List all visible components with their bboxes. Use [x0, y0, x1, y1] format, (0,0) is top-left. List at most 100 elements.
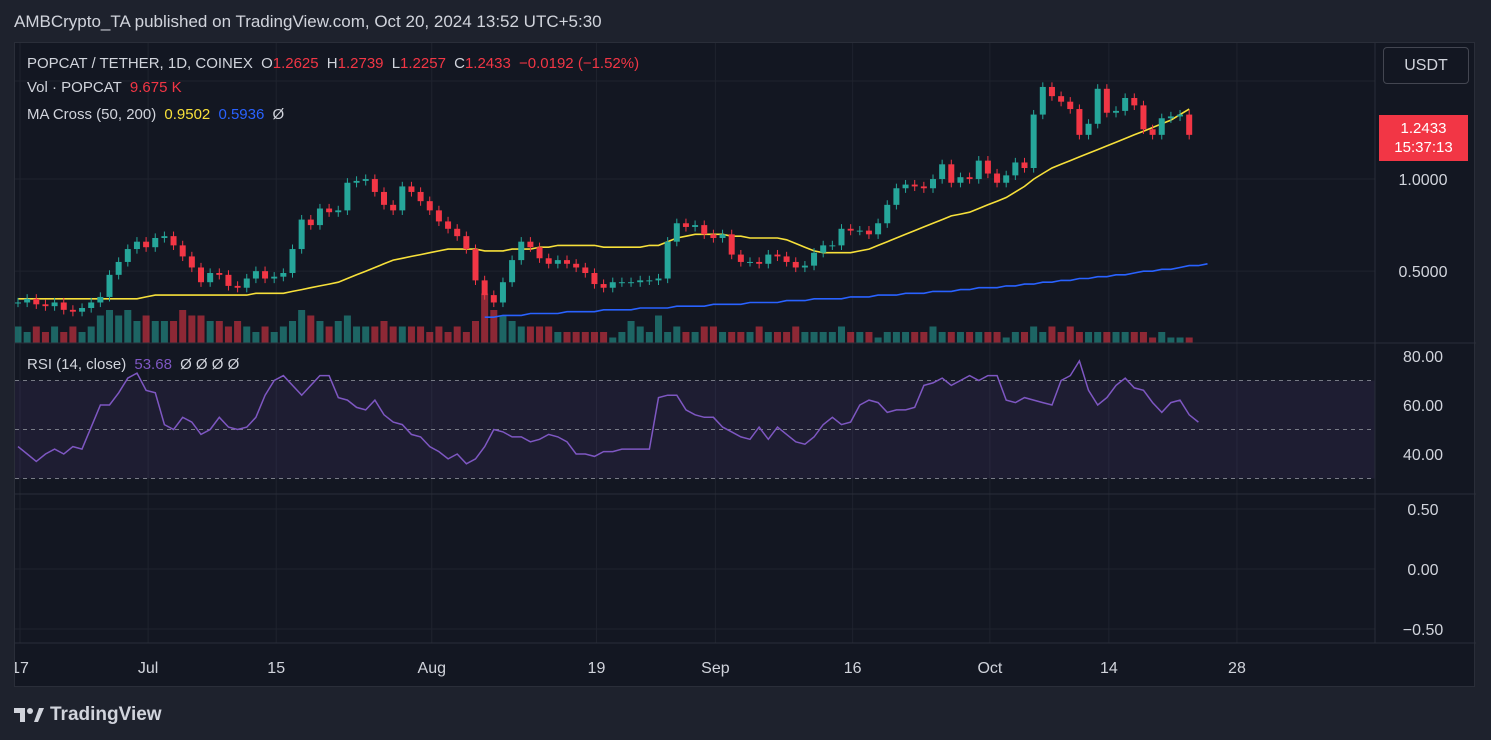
- rsi-legend: RSI (14, close) 53.68 Ø Ø Ø Ø: [27, 356, 243, 373]
- ma200-line: [484, 263, 1208, 319]
- volume-bar: [1057, 332, 1065, 343]
- candle-body: [747, 261, 753, 263]
- rsi-tick-label: 40.00: [1403, 447, 1443, 464]
- candle-body: [271, 276, 278, 279]
- candle-body: [1048, 86, 1055, 97]
- volume-bar: [956, 332, 964, 343]
- volume-bar: [655, 315, 662, 343]
- volume-bar: [618, 332, 626, 343]
- candle-body: [262, 271, 269, 279]
- volume-bar: [563, 332, 571, 343]
- currency-button[interactable]: USDT: [1383, 47, 1469, 84]
- candle-body: [957, 177, 964, 183]
- close-value: 1.2433: [464, 55, 511, 72]
- volume-bar: [151, 321, 159, 343]
- volume-bar: [133, 321, 141, 343]
- volume-bar: [1112, 332, 1120, 343]
- volume-bar: [517, 326, 525, 343]
- volume-bar: [645, 332, 653, 343]
- ma-legend: MA Cross (50, 200) 0.9502 0.5936 Ø: [27, 106, 288, 123]
- volume-bar: [966, 332, 974, 343]
- volume-bar: [389, 326, 397, 343]
- rsi-label[interactable]: RSI (14, close): [27, 356, 126, 373]
- volume-bar: [1075, 332, 1083, 343]
- candle-body: [701, 225, 708, 235]
- volume-bar: [1149, 337, 1157, 343]
- candle-body: [326, 208, 333, 213]
- tradingview-logo[interactable]: TradingView: [14, 704, 162, 726]
- candle-body: [161, 236, 168, 238]
- candle-body: [133, 241, 140, 250]
- volume-bar: [801, 332, 809, 343]
- volume-bar: [343, 315, 351, 343]
- candle-body: [143, 241, 150, 248]
- volume-bar: [929, 326, 937, 343]
- candle-body: [1085, 123, 1092, 135]
- volume-bar: [865, 332, 873, 343]
- volume-bar: [371, 326, 379, 343]
- volume-bar: [490, 310, 498, 343]
- ma-label[interactable]: MA Cross (50, 200): [27, 106, 156, 123]
- candle-body: [1067, 101, 1074, 110]
- osc-tick-label: −0.50: [1403, 622, 1444, 639]
- candle-body: [289, 249, 296, 273]
- candle-body: [97, 296, 104, 303]
- candle-body: [838, 228, 845, 246]
- volume-bar: [206, 321, 214, 343]
- candle-body: [188, 256, 195, 268]
- volume-bar: [1167, 337, 1175, 343]
- volume-bar: [325, 326, 333, 343]
- change-value: −0.0192 (−1.52%): [519, 55, 640, 72]
- candle-body: [1177, 114, 1184, 117]
- volume-bar: [673, 326, 681, 343]
- volume-bar: [15, 326, 22, 343]
- candle-body: [948, 164, 955, 183]
- last-price-tag: 1.2433 15:37:13: [1379, 115, 1468, 161]
- low-value: 1.2257: [400, 55, 446, 72]
- volume-bar: [160, 321, 168, 343]
- x-tick-label: 17: [15, 660, 29, 677]
- osc-tick-label: 0.00: [1407, 562, 1438, 579]
- volume-bar: [975, 332, 983, 343]
- volume-bar: [783, 332, 791, 343]
- candle-body: [1021, 162, 1028, 168]
- volume-bar: [1176, 337, 1184, 343]
- candle-body: [600, 284, 607, 288]
- open-label: O: [261, 55, 273, 72]
- volume-bar: [1103, 332, 1111, 343]
- volume-bar: [1002, 337, 1010, 343]
- candle-body: [216, 273, 223, 275]
- volume-bar: [609, 337, 617, 343]
- volume-bar: [1121, 332, 1129, 343]
- last-price: 1.2433: [1400, 120, 1447, 137]
- candle-body: [564, 260, 570, 264]
- rsi-na-icons: Ø Ø Ø Ø: [180, 356, 240, 373]
- high-value: 1.2739: [337, 55, 384, 72]
- candle-body: [710, 234, 717, 238]
- candle-body: [79, 308, 86, 312]
- candle-body: [152, 238, 159, 248]
- volume-bar: [261, 326, 269, 343]
- volume-bar: [142, 315, 150, 343]
- volume-bar: [682, 332, 690, 343]
- volume-bar: [920, 332, 928, 343]
- volume-bar: [188, 315, 196, 343]
- candle-body: [582, 267, 589, 273]
- volume-bar: [170, 321, 178, 343]
- volume-label[interactable]: Vol · POPCAT: [27, 79, 122, 96]
- volume-bar: [179, 310, 187, 343]
- candle-body: [930, 179, 936, 189]
- tradingview-icon: [14, 708, 44, 722]
- volume-bar: [545, 326, 553, 343]
- volume-bar: [426, 332, 434, 343]
- candle-body: [490, 295, 497, 303]
- candle-body: [1039, 86, 1046, 115]
- x-tick-label: Aug: [418, 660, 446, 677]
- candle-body: [1003, 175, 1010, 183]
- candle-body: [856, 230, 863, 232]
- volume-bar: [87, 326, 95, 343]
- chart-frame[interactable]: 17 Jul 15 Aug 19 Sep 16 Oct 14 28 1.0000 0.5000 80.0…: [14, 42, 1476, 687]
- candle-body: [820, 245, 827, 253]
- x-tick-label: 28: [1228, 660, 1246, 677]
- symbol-label[interactable]: POPCAT / TETHER, 1D, COINEX: [27, 55, 253, 72]
